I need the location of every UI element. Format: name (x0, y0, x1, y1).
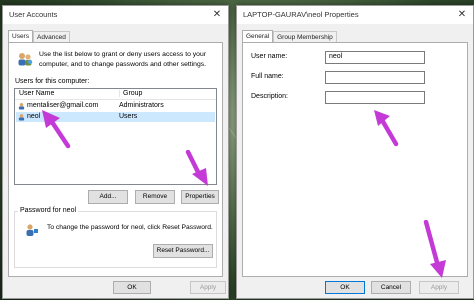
reset-password-button[interactable]: Reset Password... (153, 244, 213, 258)
password-group: Password for neol To change the password… (14, 207, 217, 268)
full-name-field[interactable] (325, 71, 425, 84)
ok-button[interactable]: OK (113, 281, 151, 294)
add-button[interactable]: Add... (88, 190, 128, 204)
close-icon[interactable]: ✕ (451, 6, 473, 24)
column-header-group[interactable]: Group (119, 90, 142, 97)
group-cell: Administrators (119, 102, 164, 109)
intro-text: Use the list below to grant or deny user… (39, 51, 207, 68)
group-cell: Users (119, 113, 138, 120)
users-list-label: Users for this computer: (15, 78, 90, 85)
annotation-arrow (423, 220, 446, 278)
ok-button[interactable]: OK (325, 281, 365, 294)
apply-button[interactable]: Apply (190, 281, 226, 294)
tab-strip: General Group Membership (242, 30, 337, 43)
user-icon (18, 102, 25, 110)
title-bar: User Accounts ✕ (3, 6, 228, 24)
user-name-cell: neol (27, 113, 41, 120)
users-icon (18, 53, 33, 66)
user-icon (18, 113, 25, 121)
description-label: Description: (251, 93, 288, 100)
annotation-arrow (374, 110, 399, 147)
list-header: User Name Group (15, 89, 216, 100)
annotation-arrow (42, 110, 71, 149)
tab-strip: Users Advanced (8, 30, 70, 43)
user-key-icon (26, 224, 38, 236)
description-field[interactable] (325, 91, 425, 104)
full-name-label: Full name: (251, 73, 284, 80)
close-icon[interactable]: ✕ (206, 6, 228, 24)
window-title: LAPTOP-GAURAV\neol Properties (243, 10, 359, 19)
user-name-value: neol (329, 53, 343, 60)
annotation-arrow (185, 150, 208, 186)
cancel-button[interactable]: Cancel (371, 281, 411, 294)
apply-button[interactable]: Apply (419, 281, 459, 294)
user-name-field[interactable]: neol (325, 51, 425, 64)
window-title: User Accounts (9, 10, 58, 19)
remove-button[interactable]: Remove (135, 190, 175, 204)
column-header-user-name[interactable]: User Name (19, 90, 109, 97)
password-help-text: To change the password for neol, click R… (47, 224, 213, 231)
title-bar: LAPTOP-GAURAV\neol Properties ✕ (237, 6, 473, 24)
user-name-label: User name: (251, 53, 288, 60)
properties-button[interactable]: Properties (181, 190, 219, 204)
password-group-title: Password for neol (18, 207, 79, 214)
